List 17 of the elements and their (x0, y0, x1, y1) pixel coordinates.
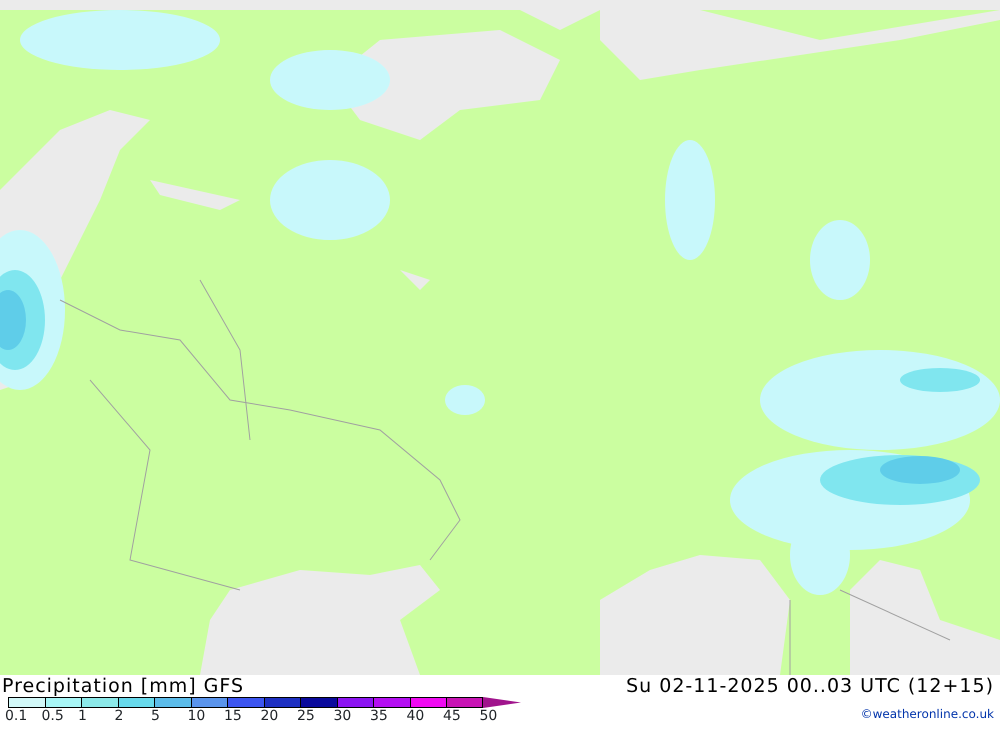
legend-label: 0.5 (42, 708, 65, 724)
legend-label: 20 (260, 708, 280, 724)
legend-label: 40 (406, 708, 426, 724)
legend-title: Precipitation [mm] GFS (1, 675, 246, 697)
legend-label: 5 (151, 708, 161, 724)
legend-label: 50 (480, 708, 498, 724)
legend-label: 45 (443, 708, 462, 724)
credit-text: ©weatheronline.co.uk (860, 706, 994, 723)
legend-label: 1 (78, 708, 88, 724)
legend-label: 15 (224, 708, 243, 724)
valid-time: Su 02-11-2025 00..03 UTC (12+15) (626, 675, 994, 697)
legend-label: 10 (188, 708, 206, 724)
legend-label: 2 (114, 708, 124, 724)
legend-label: 35 (370, 708, 389, 724)
legend-label: 0.1 (5, 708, 28, 724)
legend-label: 30 (334, 708, 352, 724)
legend-label: 25 (297, 708, 316, 724)
